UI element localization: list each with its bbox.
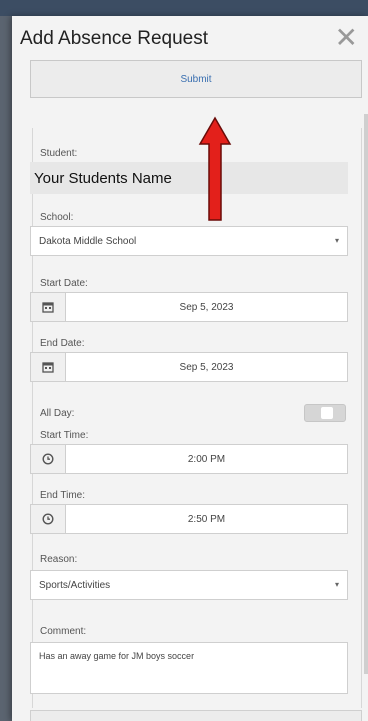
end-time-field: 2:50 PM (30, 504, 348, 534)
all-day-label: All Day: (40, 408, 75, 419)
all-day-toggle[interactable] (304, 404, 346, 422)
comment-textarea[interactable]: Has an away game for JM boys soccer (30, 642, 348, 694)
reason-value: Sports/Activities (39, 580, 111, 591)
dialog-title: Add Absence Request (20, 28, 209, 49)
absence-request-dialog: Add Absence Request ✕ Submit Student: Yo… (12, 16, 368, 721)
red-up-arrow-icon (198, 116, 232, 221)
school-select[interactable]: Dakota Middle School ▾ (30, 226, 348, 256)
dropdown-caret-icon: ▾ (334, 236, 339, 245)
end-date-label: End Date: (40, 338, 85, 349)
calendar-icon[interactable] (30, 292, 66, 322)
start-date-input[interactable]: Sep 5, 2023 (66, 292, 348, 322)
reason-select[interactable]: Sports/Activities ▾ (30, 570, 348, 600)
submit-button-label: Submit (180, 73, 212, 85)
calendar-icon[interactable] (30, 352, 66, 382)
close-icon[interactable]: ✕ (335, 24, 358, 52)
start-time-label: Start Time: (40, 430, 89, 441)
end-date-field: Sep 5, 2023 (30, 352, 348, 382)
start-date-label: Start Date: (40, 278, 88, 289)
reason-label: Reason: (40, 554, 78, 565)
school-value: Dakota Middle School (39, 236, 137, 247)
dropdown-caret-icon: ▾ (334, 580, 339, 589)
clock-icon[interactable] (30, 504, 66, 534)
start-date-field: Sep 5, 2023 (30, 292, 348, 322)
background-header (0, 0, 368, 16)
comment-label: Comment: (40, 626, 87, 637)
end-date-input[interactable]: Sep 5, 2023 (66, 352, 348, 382)
bottom-section-header (30, 710, 362, 721)
school-label: School: (40, 212, 74, 223)
clock-icon[interactable] (30, 444, 66, 474)
student-label: Student: (40, 148, 78, 159)
toggle-knob (321, 407, 333, 419)
student-field: Your Students Name (30, 162, 348, 194)
start-time-field: 2:00 PM (30, 444, 348, 474)
end-time-input[interactable]: 2:50 PM (66, 504, 348, 534)
student-name: Your Students Name (34, 170, 172, 187)
submit-button[interactable]: Submit (30, 60, 362, 98)
end-time-label: End Time: (40, 490, 86, 501)
scrollbar[interactable] (364, 114, 368, 674)
start-time-input[interactable]: 2:00 PM (66, 444, 348, 474)
